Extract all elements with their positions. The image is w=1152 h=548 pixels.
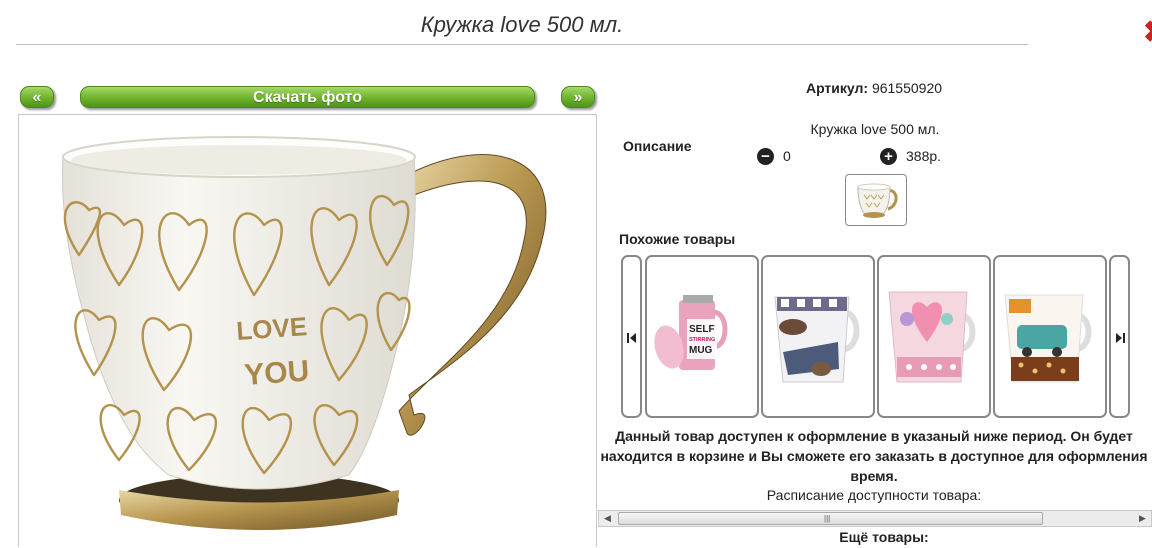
- quantity-value: 0: [783, 148, 791, 164]
- card-text-line: MUG: [689, 345, 713, 356]
- close-icon[interactable]: ✖: [1137, 18, 1152, 48]
- product-thumbnail[interactable]: [845, 174, 907, 226]
- mug-you-text: YOU: [243, 355, 310, 392]
- prev-photo-button[interactable]: «: [20, 86, 54, 108]
- title-divider: [16, 44, 1028, 45]
- page-title: Кружка love 500 мл.: [420, 12, 624, 37]
- description-label: Описание: [623, 138, 692, 154]
- card-text-line: SELF: [689, 324, 715, 335]
- skip-forward-icon: [1116, 333, 1125, 343]
- more-products-label: Ещё товары:: [839, 529, 929, 545]
- minus-icon[interactable]: −: [757, 148, 774, 165]
- article-row: Артикул: 961550920: [600, 80, 1148, 96]
- article-value: 961550920: [871, 80, 943, 96]
- price-value: 388р.: [906, 148, 942, 164]
- mug-illustration: LOVE YOU: [61, 136, 547, 530]
- similar-item[interactable]: [993, 255, 1107, 418]
- similar-item[interactable]: [877, 255, 991, 418]
- product-name: Кружка love 500 мл.: [810, 121, 940, 137]
- skip-back-icon: [627, 333, 636, 343]
- carousel-prev-button[interactable]: [621, 255, 642, 418]
- availability-notice: Данный товар доступен к оформление в ука…: [600, 428, 1148, 484]
- similar-item[interactable]: SELF STIRRING MUG: [645, 255, 759, 418]
- scrollbar-thumb[interactable]: |||: [618, 512, 1043, 525]
- download-photo-button[interactable]: Скачать фото: [80, 86, 535, 108]
- similar-item[interactable]: [761, 255, 875, 418]
- next-photo-button[interactable]: »: [561, 86, 595, 108]
- product-photo: LOVE YOU: [18, 114, 597, 547]
- similar-products-label: Похожие товары: [619, 231, 736, 247]
- card-text-line: STIRRING: [689, 337, 715, 343]
- scroll-left-icon[interactable]: ◀: [599, 511, 616, 526]
- plus-icon[interactable]: +: [880, 148, 897, 165]
- horizontal-scrollbar[interactable]: ◀ ||| ▶: [598, 510, 1152, 527]
- scroll-right-icon[interactable]: ▶: [1134, 511, 1151, 526]
- carousel-next-button[interactable]: [1109, 255, 1130, 418]
- mug-love-text: LOVE: [235, 311, 308, 346]
- article-label: Артикул:: [805, 80, 869, 96]
- schedule-label: Расписание доступности товара:: [766, 487, 982, 503]
